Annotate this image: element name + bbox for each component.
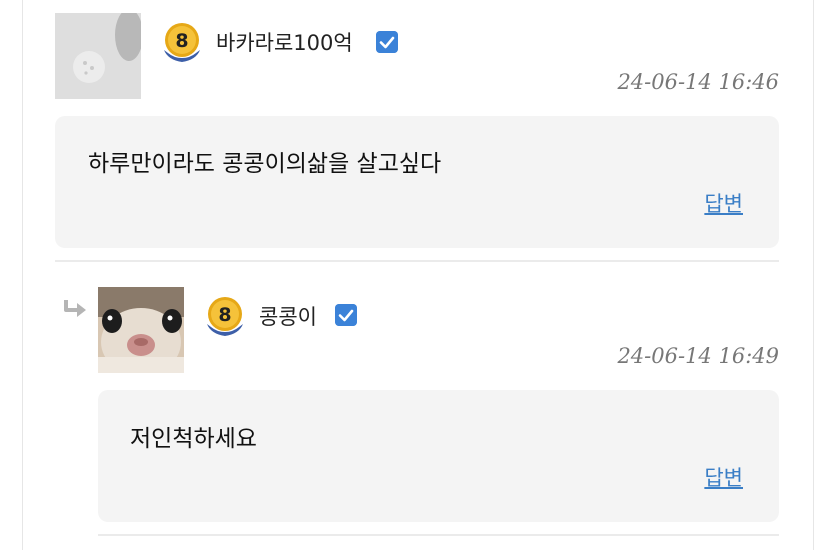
verified-check-icon <box>335 304 357 326</box>
reply-arrow-icon <box>64 300 86 317</box>
comment-bubble: 저인척하세요 답변 <box>98 390 779 522</box>
svg-text:8: 8 <box>175 30 188 52</box>
username[interactable]: 바카라로100억 <box>216 27 353 57</box>
default-avatar-icon <box>55 13 141 99</box>
comment-item: 8 바카라로100억 24-06-14 16:46 하루만이라도 콩콩이의삶을 … <box>0 0 835 260</box>
reply-link[interactable]: 답변 <box>704 462 743 492</box>
avatar[interactable] <box>55 13 141 99</box>
avatar[interactable] <box>98 287 184 373</box>
reply-link[interactable]: 답변 <box>704 188 743 218</box>
level-badge-icon: 8 <box>164 23 200 62</box>
comment-page: 8 바카라로100억 24-06-14 16:46 하루만이라도 콩콩이의삶을 … <box>0 0 835 550</box>
level-badge-icon: 8 <box>207 297 243 336</box>
verified-check-icon <box>376 31 398 53</box>
cat-avatar-icon <box>98 287 184 373</box>
comment-text: 하루만이라도 콩콩이의삶을 살고싶다 <box>88 151 442 177</box>
comment-bubble: 하루만이라도 콩콩이의삶을 살고싶다 답변 <box>55 116 779 248</box>
svg-text:8: 8 <box>218 304 231 326</box>
reply-comment-item: 8 콩콩이 24-06-14 16:49 저인척하세요 답변 <box>0 260 835 550</box>
timestamp: 24-06-14 16:46 <box>617 70 779 94</box>
comment-divider <box>98 534 779 536</box>
username[interactable]: 콩콩이 <box>259 301 317 331</box>
timestamp: 24-06-14 16:49 <box>617 344 779 368</box>
comment-text: 저인척하세요 <box>130 426 257 452</box>
